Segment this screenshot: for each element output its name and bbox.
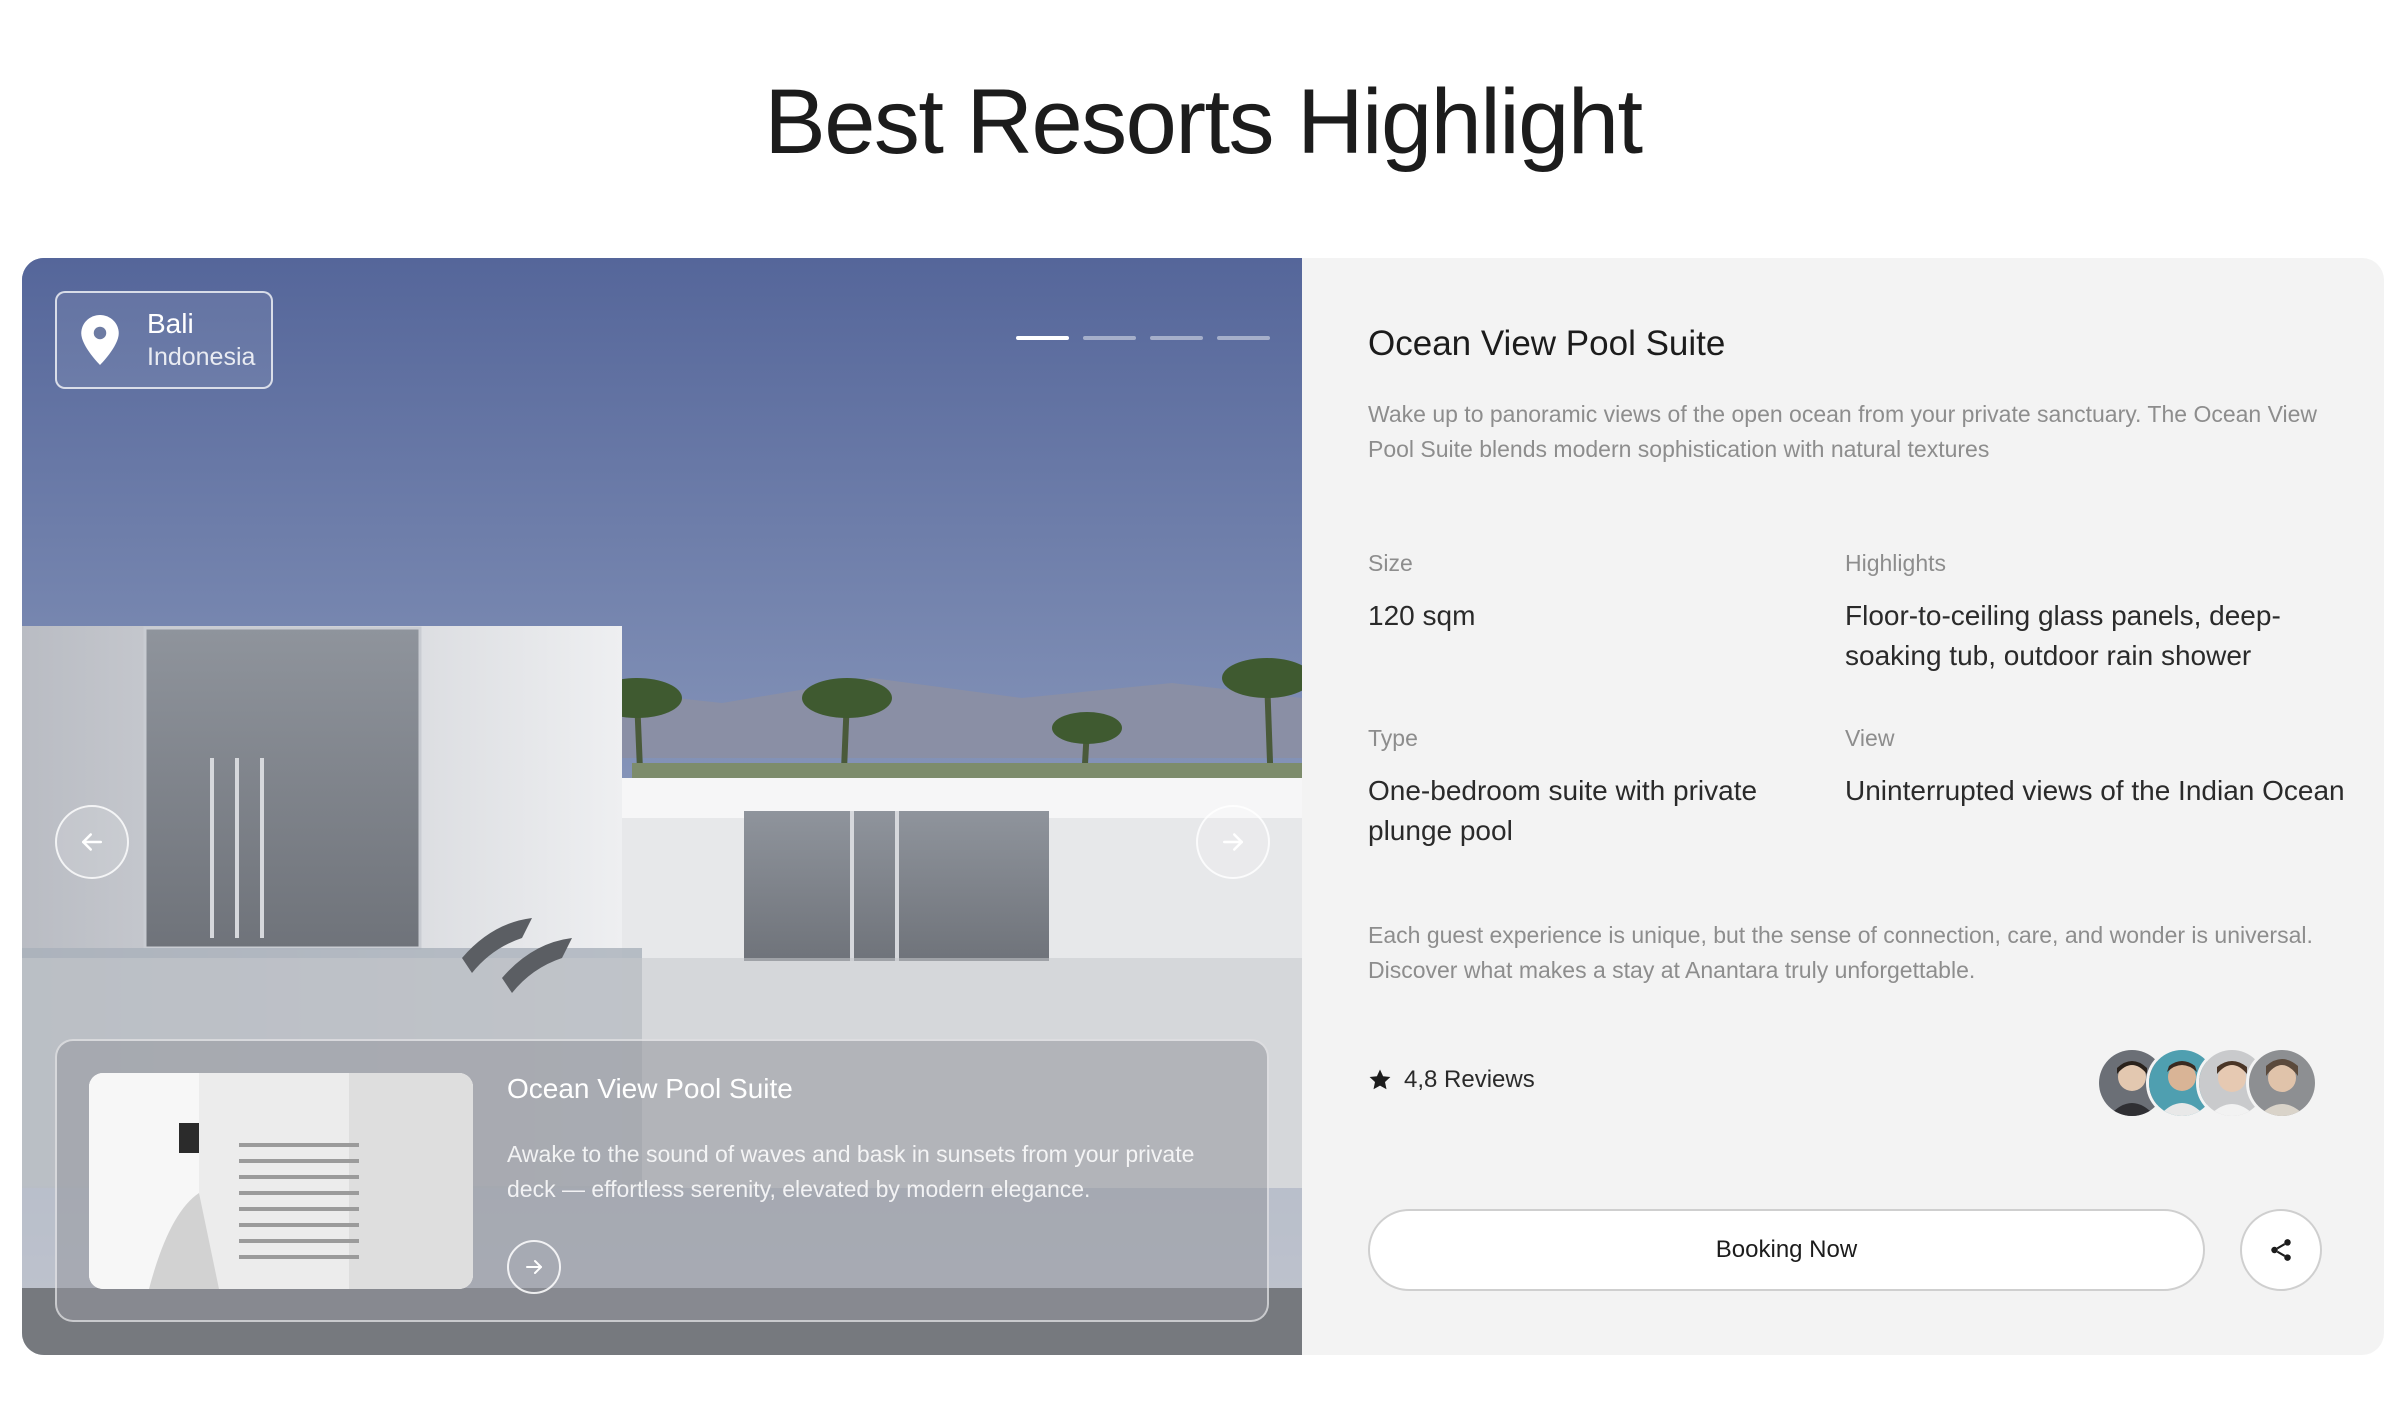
page-title: Best Resorts Highlight: [764, 71, 1643, 173]
share-button[interactable]: [2240, 1209, 2322, 1291]
featured-room-open-button[interactable]: [507, 1240, 561, 1294]
room-details-panel: Ocean View Pool Suite Wake up to panoram…: [1302, 258, 2384, 1355]
spec-view-label: View: [1845, 725, 1895, 751]
carousel-next-button[interactable]: [1196, 805, 1270, 879]
map-pin-icon: [81, 315, 119, 365]
spec-size-label: Size: [1368, 550, 1413, 576]
spec-highlights-label: Highlights: [1845, 550, 1946, 576]
arrow-right-icon: [526, 1260, 542, 1274]
featured-room-card: Ocean View Pool Suite Awake to the sound…: [55, 1039, 1269, 1322]
spec-view-value: Uninterrupted views of the Indian Ocean: [1845, 775, 2345, 806]
carousel-dot-4[interactable]: [1217, 336, 1270, 340]
carousel-indicators: [1016, 336, 1270, 340]
spec-highlights-value: Floor-to-ceiling glass panels, deep-soak…: [1845, 600, 2281, 671]
spec-type-label: Type: [1368, 725, 1418, 751]
booking-now-button[interactable]: Booking Now: [1368, 1209, 2205, 1291]
spec-view: View Uninterrupted views of the Indian O…: [1845, 723, 2345, 811]
resort-card: Bali Indonesia Ocean View Pool Suite Awa…: [22, 258, 2384, 1355]
carousel-dot-3[interactable]: [1150, 336, 1203, 340]
arrow-right-icon: [1223, 833, 1243, 851]
carousel-prev-button[interactable]: [55, 805, 129, 879]
featured-room-thumbnail: [89, 1073, 473, 1289]
featured-room-description: Awake to the sound of waves and bask in …: [507, 1141, 1195, 1202]
arrow-left-icon: [82, 833, 102, 851]
location-text: Bali Indonesia: [147, 307, 255, 373]
carousel-dot-1[interactable]: [1016, 336, 1069, 340]
featured-room-title: Ocean View Pool Suite: [507, 1073, 793, 1104]
star-icon: [1369, 1069, 1391, 1090]
room-description: Wake up to panoramic views of the open o…: [1368, 401, 2318, 462]
guest-experience-note: Each guest experience is unique, but the…: [1368, 922, 2313, 983]
spec-size: Size 120 sqm: [1368, 548, 1828, 636]
spec-type: Type One-bedroom suite with private plun…: [1368, 723, 1828, 851]
spec-highlights: Highlights Floor-to-ceiling glass panels…: [1845, 548, 2345, 676]
location-city: Bali: [147, 308, 194, 339]
avatar: [2246, 1047, 2318, 1119]
room-title: Ocean View Pool Suite: [1368, 324, 1726, 363]
guest-avatars[interactable]: [2096, 1047, 2318, 1119]
resort-image-carousel[interactable]: Bali Indonesia Ocean View Pool Suite Awa…: [22, 258, 1302, 1355]
rating-text: 4,8 Reviews: [1404, 1066, 1535, 1093]
spec-type-value: One-bedroom suite with private plunge po…: [1368, 775, 1758, 846]
location-country: Indonesia: [147, 343, 256, 371]
carousel-dot-2[interactable]: [1083, 336, 1136, 340]
share-icon: [2271, 1239, 2291, 1261]
rating[interactable]: 4,8 Reviews: [1368, 1066, 1535, 1094]
location-badge: Bali Indonesia: [55, 291, 273, 389]
spec-size-value: 120 sqm: [1368, 600, 1476, 631]
